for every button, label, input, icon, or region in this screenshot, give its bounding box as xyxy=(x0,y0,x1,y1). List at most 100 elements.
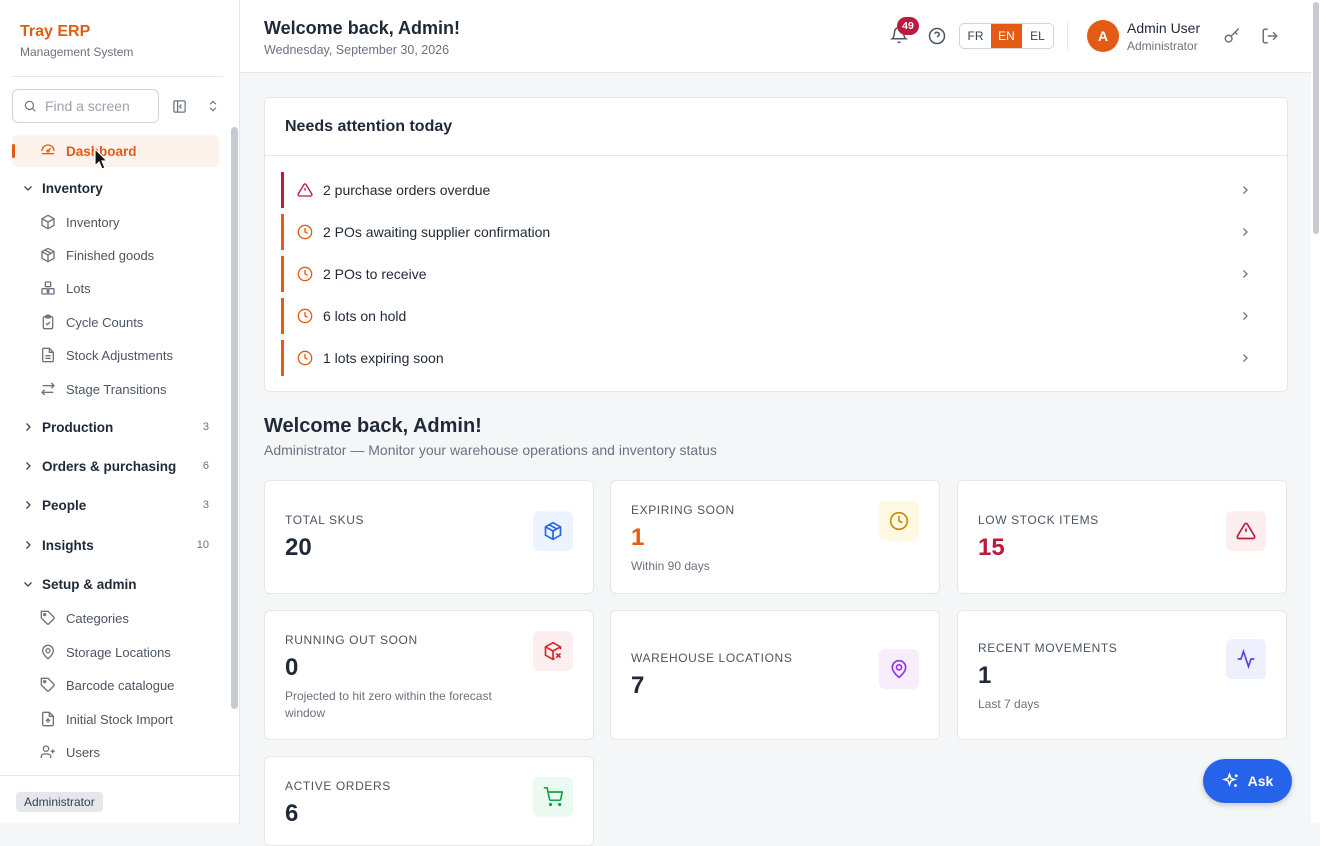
ask-assistant-button[interactable]: Ask xyxy=(1203,759,1292,803)
user-plus-icon xyxy=(40,745,55,758)
file-upload-icon xyxy=(42,711,54,727)
sidebar-item-categories[interactable]: Categories xyxy=(12,602,219,634)
divider xyxy=(12,76,223,77)
map-pin-icon xyxy=(41,644,55,660)
sidebar-item-barcode-catalogue[interactable]: Barcode catalogue xyxy=(12,669,219,701)
sidebar-group-people[interactable]: People 3 xyxy=(12,490,219,520)
package-x-icon xyxy=(533,631,573,671)
stat-card-warehouse-locations[interactable]: WAREHOUSE LOCATIONS 7 xyxy=(610,610,940,740)
avatar[interactable]: A xyxy=(1087,20,1119,52)
group-count: 3 xyxy=(202,421,209,433)
user-role: Administrator xyxy=(1127,39,1198,53)
sidebar-item-label: Users xyxy=(66,744,100,760)
screen-search[interactable] xyxy=(12,89,159,123)
stat-note: Projected to hit zero within the forecas… xyxy=(285,689,492,720)
chevron-right-icon xyxy=(1243,186,1248,194)
package-icon xyxy=(41,214,55,230)
divider xyxy=(1067,21,1068,51)
group-label: Insights xyxy=(42,537,94,553)
sidebar-item-storage-locations[interactable]: Storage Locations xyxy=(12,636,219,668)
page-scrollbar-thumb[interactable] xyxy=(1313,2,1319,234)
attention-item[interactable]: 2 purchase orders overdue xyxy=(281,172,1271,208)
clock-icon xyxy=(297,350,313,366)
mouse-cursor-icon xyxy=(94,148,109,170)
top-header: Welcome back, Admin! Wednesday, Septembe… xyxy=(240,0,1311,73)
stat-value: 6 xyxy=(285,800,299,827)
stat-card-recent-movements[interactable]: RECENT MOVEMENTS 1 Last 7 days xyxy=(957,610,1287,740)
attention-item[interactable]: 1 lots expiring soon xyxy=(281,340,1271,376)
activity-icon xyxy=(1226,639,1266,679)
attention-item-text: 2 purchase orders overdue xyxy=(323,182,491,198)
sidebar-item-users[interactable]: Users xyxy=(12,736,219,768)
group-label: Inventory xyxy=(42,180,103,196)
brand[interactable]: Tray ERP Management System xyxy=(20,23,133,59)
chevron-right-icon xyxy=(26,541,31,549)
sidebar-item-label: Lots xyxy=(66,280,91,296)
stat-card-low-stock[interactable]: LOW STOCK ITEMS 15 xyxy=(957,480,1287,594)
group-label: People xyxy=(42,497,87,513)
sidebar-item-inventory[interactable]: Inventory xyxy=(12,206,219,238)
attention-card: Needs attention today 2 purchase orders … xyxy=(264,97,1288,392)
sidebar-item-label: Cycle Counts xyxy=(66,314,144,330)
sidebar-scrollbar-thumb[interactable] xyxy=(231,127,238,709)
sidebar-item-dashboard[interactable]: Dashboard xyxy=(12,135,219,167)
group-label: Orders & purchasing xyxy=(42,458,177,474)
sidebar-item-stage-transitions[interactable]: Stage Transitions xyxy=(12,373,219,405)
stat-note: Within 90 days xyxy=(631,559,710,573)
help-button[interactable] xyxy=(928,27,946,45)
chevron-down-icon xyxy=(24,186,32,191)
attention-item-text: 6 lots on hold xyxy=(323,308,407,324)
stat-card-running-out-soon[interactable]: RUNNING OUT SOON 0 Projected to hit zero… xyxy=(264,610,594,740)
sidebar: Tray ERP Management System Dashboard Inv… xyxy=(0,0,240,823)
brand-title: Tray ERP xyxy=(20,23,91,40)
stat-value: 0 xyxy=(285,654,299,681)
sidebar-item-finished-goods[interactable]: Finished goods xyxy=(12,239,219,271)
sidebar-group-production[interactable]: Production 3 xyxy=(12,412,219,442)
sidebar-item-label: Storage Locations xyxy=(66,644,171,660)
change-password-button[interactable] xyxy=(1223,27,1241,45)
stat-label: WAREHOUSE LOCATIONS xyxy=(631,651,793,665)
stat-card-total-skus[interactable]: TOTAL SKUS 20 xyxy=(264,480,594,594)
attention-item[interactable]: 2 POs to receive xyxy=(281,256,1271,292)
attention-item[interactable]: 2 POs awaiting supplier confirmation xyxy=(281,214,1271,250)
sidebar-item-initial-stock-import[interactable]: Initial Stock Import xyxy=(12,703,219,735)
attention-item[interactable]: 6 lots on hold xyxy=(281,298,1271,334)
chevron-right-icon xyxy=(1243,312,1248,320)
page-title: Welcome back, Admin! xyxy=(264,18,461,38)
sidebar-item-label: Stage Transitions xyxy=(66,381,167,397)
sidebar-item-label: Stock Adjustments xyxy=(66,347,173,363)
clock-icon xyxy=(879,501,919,541)
dashboard-icon xyxy=(41,144,55,155)
sidebar-group-orders-purchasing[interactable]: Orders & purchasing 6 xyxy=(12,451,219,481)
brand-subtitle: Management System xyxy=(20,45,134,59)
sidebar-item-label: Categories xyxy=(66,610,129,626)
sidebar-item-cycle-counts[interactable]: Cycle Counts xyxy=(12,306,219,338)
chevron-right-icon xyxy=(26,501,31,509)
sidebar-item-lots[interactable]: Lots xyxy=(12,272,219,304)
sidebar-item-label: Inventory xyxy=(66,214,120,230)
logout-button[interactable] xyxy=(1261,27,1279,45)
collapse-sidebar-button[interactable] xyxy=(169,96,189,116)
stat-card-expiring-soon[interactable]: EXPIRING SOON 1 Within 90 days xyxy=(610,480,940,594)
role-badge: Administrator xyxy=(16,792,103,812)
chevron-right-icon xyxy=(1243,228,1248,236)
stat-card-active-orders[interactable]: ACTIVE ORDERS 6 xyxy=(264,756,594,846)
tag-icon xyxy=(40,610,55,625)
chevron-right-icon xyxy=(1243,270,1248,278)
lang-en-button[interactable]: EN xyxy=(991,24,1022,48)
ask-label: Ask xyxy=(1247,773,1274,789)
expand-collapse-all-button[interactable] xyxy=(203,96,223,116)
sidebar-group-inventory[interactable]: Inventory xyxy=(12,173,219,203)
clock-icon xyxy=(297,266,313,282)
arrows-left-right-icon xyxy=(41,382,55,396)
boxes-icon xyxy=(41,281,55,295)
stat-value: 7 xyxy=(631,672,645,699)
warning-icon xyxy=(297,183,313,197)
lang-fr-button[interactable]: FR xyxy=(960,24,991,48)
sidebar-item-stock-adjustments[interactable]: Stock Adjustments xyxy=(12,339,219,371)
search-input[interactable] xyxy=(45,98,145,114)
lang-el-button[interactable]: EL xyxy=(1022,24,1053,48)
sidebar-group-insights[interactable]: Insights 10 xyxy=(12,530,219,560)
sidebar-group-setup-admin[interactable]: Setup & admin xyxy=(12,569,219,599)
file-text-icon xyxy=(42,347,54,363)
